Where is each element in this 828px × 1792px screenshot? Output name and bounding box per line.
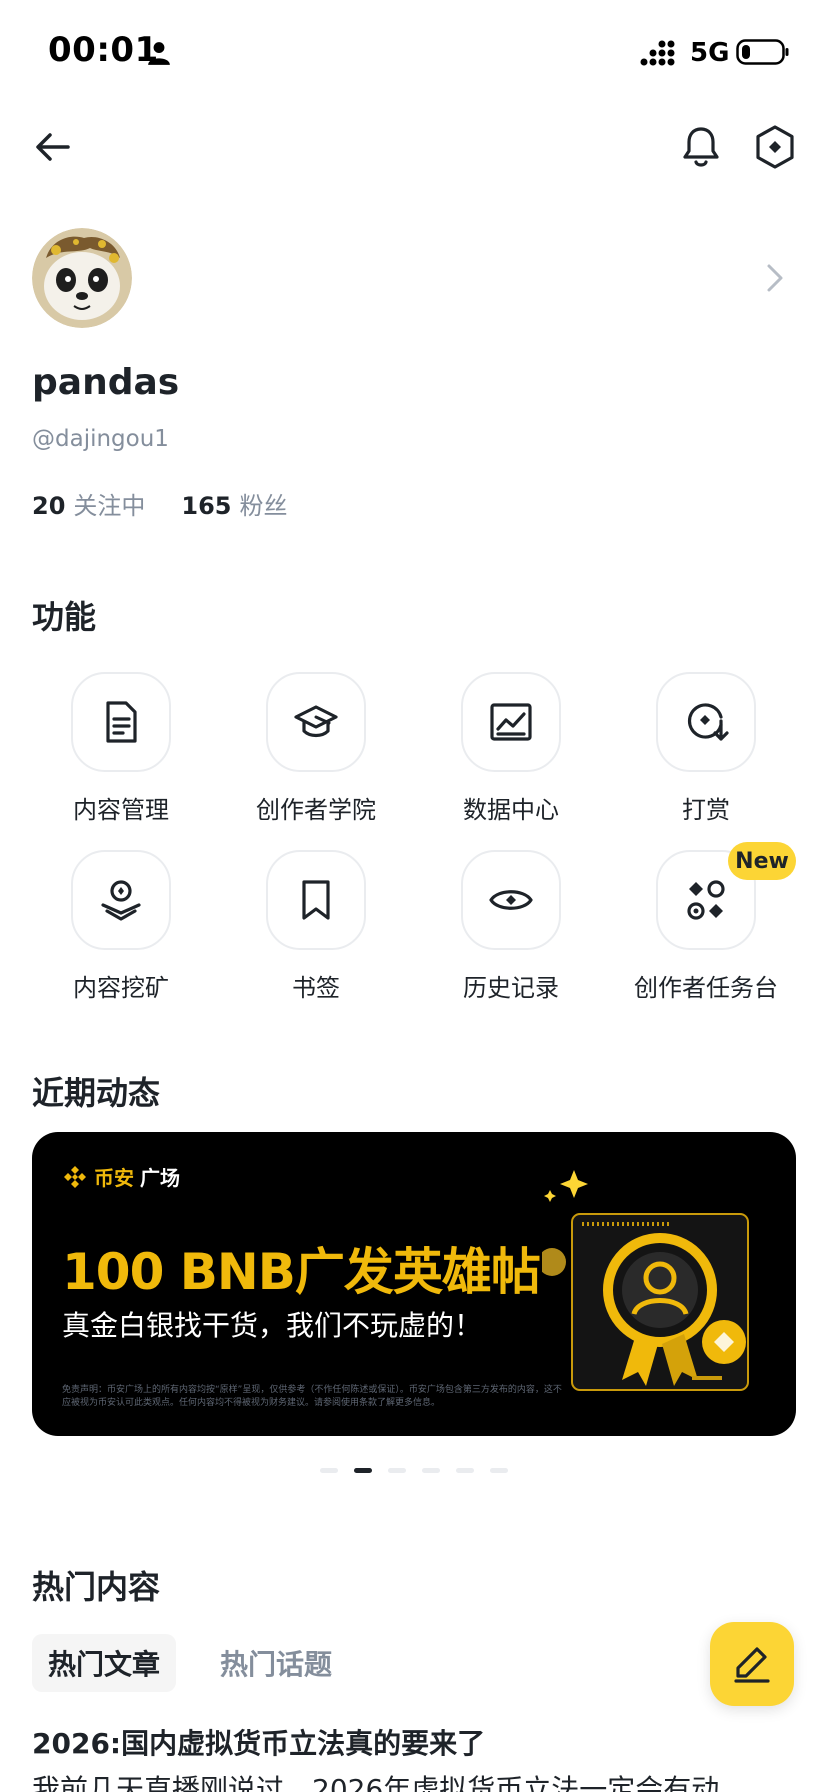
settings-hexagon-icon[interactable] bbox=[754, 124, 796, 170]
following-label: 关注中 bbox=[73, 492, 146, 520]
follow-stats: 20 关注中 165 粉丝 bbox=[32, 486, 288, 521]
banner-disclaimer: 免责声明：币安广场上的所有内容均按“原样”呈现，仅供参考（不作任何陈述或保证）。… bbox=[62, 1385, 562, 1408]
feature-label: 内容挖矿 bbox=[73, 974, 169, 1002]
pager-dot[interactable] bbox=[490, 1468, 508, 1473]
feature-icon-container bbox=[461, 850, 561, 950]
display-name: pandas bbox=[32, 362, 180, 403]
tab-hot-articles[interactable]: 热门文章 bbox=[32, 1634, 177, 1692]
feature-label: 历史记录 bbox=[463, 974, 559, 1002]
feature-content-management[interactable]: 内容管理 bbox=[26, 672, 216, 832]
tab-hot-topics[interactable]: 热门话题 bbox=[204, 1634, 348, 1692]
tasks-icon bbox=[687, 880, 725, 920]
following-stat[interactable]: 20 关注中 bbox=[32, 486, 145, 521]
banner-brand-right: 广场 bbox=[140, 1166, 180, 1190]
recent-section-title: 近期动态 bbox=[32, 1074, 161, 1112]
feature-bookmarks[interactable]: 书签 bbox=[221, 850, 411, 1010]
eye-icon bbox=[489, 890, 533, 910]
mining-icon bbox=[101, 880, 141, 921]
feature-label: 创作者学院 bbox=[256, 796, 376, 824]
article-title[interactable]: 2026:国内虚拟货币立法真的要来了 bbox=[32, 1722, 485, 1762]
tip-icon bbox=[687, 703, 729, 741]
panda-avatar-image bbox=[32, 228, 132, 328]
user-handle: @dajingou1 bbox=[32, 426, 169, 452]
edit-pen-icon bbox=[734, 1647, 770, 1683]
feature-data-center[interactable]: 数据中心 bbox=[416, 672, 606, 832]
new-badge: New bbox=[728, 842, 796, 880]
article-preview[interactable]: 我前几天直播刚说过，2026年虚拟货币立法一定会有动 bbox=[32, 1768, 828, 1792]
pager-dot[interactable] bbox=[422, 1468, 440, 1473]
promo-banner[interactable]: 币安 广场 100 BNB广发英雄帖 真金白银找干货，我们不玩虚的！ 免责声明：币… bbox=[32, 1132, 796, 1436]
feature-icon-container bbox=[461, 672, 561, 772]
feature-icon-container bbox=[71, 672, 171, 772]
chevron-right-icon[interactable] bbox=[762, 262, 788, 294]
banner-headline: 100 BNB广发英雄帖 bbox=[62, 1243, 541, 1301]
pager-dot[interactable] bbox=[388, 1468, 406, 1473]
banner-subtitle: 真金白银找干货，我们不玩虚的！ bbox=[62, 1309, 483, 1342]
pager-dot-active[interactable] bbox=[354, 1468, 372, 1473]
pager-dot[interactable] bbox=[456, 1468, 474, 1473]
network-label: 5G bbox=[690, 38, 730, 68]
binance-logo-icon bbox=[64, 1165, 86, 1188]
banner-logo: 币安 广场 bbox=[62, 1162, 180, 1191]
bell-icon[interactable] bbox=[680, 124, 722, 170]
back-arrow-icon[interactable] bbox=[32, 126, 74, 168]
compose-fab[interactable] bbox=[710, 1622, 794, 1706]
feature-icon-container bbox=[71, 850, 171, 950]
person-icon bbox=[148, 42, 170, 65]
status-bar: 00:01 5G bbox=[0, 0, 828, 100]
feature-history[interactable]: 历史记录 bbox=[416, 850, 606, 1010]
followers-count: 165 bbox=[181, 492, 232, 520]
feature-label: 数据中心 bbox=[463, 796, 559, 824]
feature-content-mining[interactable]: 内容挖矿 bbox=[26, 850, 216, 1010]
document-icon bbox=[106, 701, 137, 743]
banner-brand-left: 币安 bbox=[94, 1166, 134, 1190]
feature-icon-container bbox=[266, 850, 366, 950]
followers-stat[interactable]: 165 粉丝 bbox=[181, 486, 287, 521]
feature-label: 创作者任务台 bbox=[634, 974, 778, 1002]
following-count: 20 bbox=[32, 492, 66, 520]
chart-icon bbox=[490, 703, 532, 741]
feature-icon-container bbox=[266, 672, 366, 772]
pager-dot[interactable] bbox=[320, 1468, 338, 1473]
signal-icon bbox=[640, 40, 675, 66]
avatar[interactable] bbox=[32, 228, 132, 328]
features-section-title: 功能 bbox=[32, 598, 97, 636]
followers-label: 粉丝 bbox=[239, 492, 288, 520]
feature-icon-container bbox=[656, 672, 756, 772]
certificate-illustration bbox=[542, 1170, 749, 1391]
graduation-cap-icon bbox=[294, 705, 338, 738]
status-time: 00:01 bbox=[48, 30, 159, 70]
hot-section-title: 热门内容 bbox=[32, 1568, 161, 1606]
feature-label: 书签 bbox=[292, 974, 340, 1002]
battery-icon bbox=[736, 39, 789, 65]
feature-creator-academy[interactable]: 创作者学院 bbox=[221, 672, 411, 832]
bookmark-icon bbox=[302, 880, 330, 920]
feature-tip[interactable]: 打赏 bbox=[611, 672, 801, 832]
feature-label: 打赏 bbox=[682, 796, 730, 824]
feature-label: 内容管理 bbox=[73, 796, 169, 824]
banner-pager bbox=[320, 1468, 508, 1473]
